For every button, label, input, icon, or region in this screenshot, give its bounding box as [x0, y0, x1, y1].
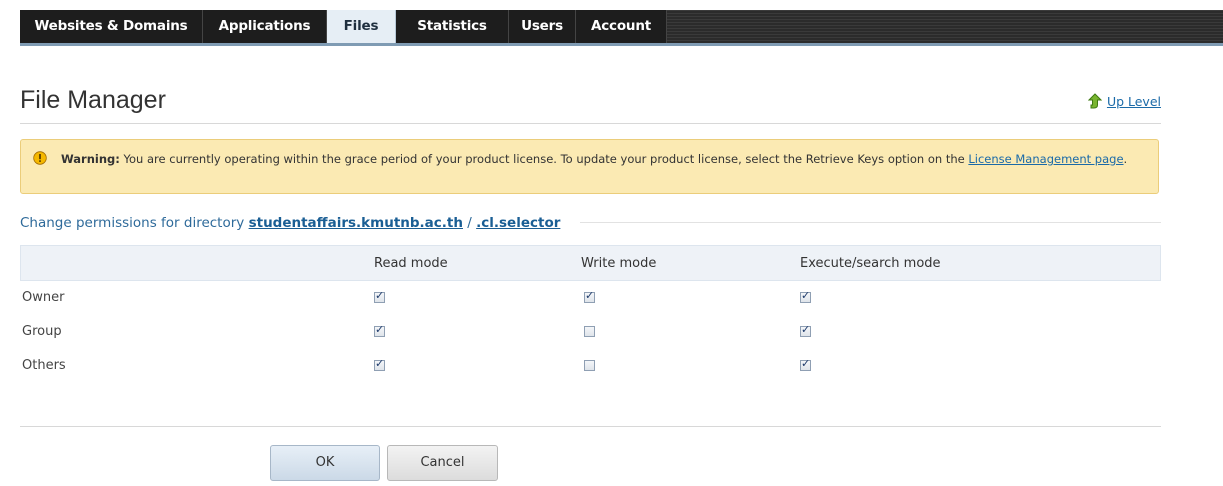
owner-read-checkbox[interactable]	[374, 289, 385, 303]
others-write-checkbox[interactable]	[584, 360, 595, 371]
tab-websites-domains[interactable]: Websites & Domains	[20, 10, 203, 43]
permissions-heading-prefix: Change permissions for directory	[20, 215, 249, 231]
group-read-checkbox[interactable]	[374, 323, 385, 337]
permissions-table: Read mode Write mode Execute/search mode…	[20, 245, 1161, 385]
column-header-write: Write mode	[581, 256, 657, 271]
owner-execute-checkbox[interactable]	[800, 289, 811, 303]
directory-link[interactable]: .cl.selector	[476, 215, 560, 231]
column-header-read: Read mode	[374, 256, 448, 271]
row-label-group: Group	[22, 324, 62, 339]
license-warning: Warning: You are currently operating wit…	[20, 139, 1159, 194]
group-execute-checkbox[interactable]	[800, 323, 811, 337]
header-divider	[20, 123, 1161, 124]
tab-applications[interactable]: Applications	[203, 10, 327, 43]
up-level-link[interactable]: Up Level	[1107, 94, 1161, 109]
others-read-checkbox[interactable]	[374, 357, 385, 371]
group-write-checkbox[interactable]	[584, 326, 595, 337]
owner-write-checkbox[interactable]	[584, 289, 595, 303]
column-header-execute: Execute/search mode	[800, 256, 941, 271]
ok-button[interactable]: OK	[270, 445, 380, 481]
page-title: File Manager	[20, 86, 166, 114]
tab-statistics[interactable]: Statistics	[396, 10, 509, 43]
domain-link[interactable]: studentaffairs.kmutnb.ac.th	[249, 215, 463, 231]
others-execute-checkbox[interactable]	[800, 357, 811, 371]
up-level-link-group[interactable]: Up Level	[1087, 93, 1161, 109]
warning-body: You are currently operating within the g…	[119, 152, 969, 166]
table-header: Read mode Write mode Execute/search mode	[20, 245, 1161, 281]
warning-label: Warning:	[61, 152, 120, 166]
row-label-others: Others	[22, 358, 66, 373]
cancel-button[interactable]: Cancel	[387, 445, 498, 481]
permissions-heading: Change permissions for directory student…	[20, 215, 560, 231]
top-navigation: Websites & Domains Applications Files St…	[20, 10, 1223, 46]
heading-divider	[580, 222, 1161, 223]
up-arrow-icon	[1087, 93, 1102, 109]
warning-message: Warning: You are currently operating wit…	[61, 151, 1138, 167]
tab-users[interactable]: Users	[509, 10, 576, 43]
warning-icon	[33, 151, 47, 165]
tab-files[interactable]: Files	[327, 10, 396, 43]
warning-suffix: .	[1123, 152, 1128, 166]
license-management-link[interactable]: License Management page	[968, 152, 1123, 166]
row-label-owner: Owner	[22, 290, 65, 305]
footer-divider	[20, 426, 1161, 427]
path-separator: /	[462, 215, 477, 231]
tab-account[interactable]: Account	[576, 10, 667, 43]
